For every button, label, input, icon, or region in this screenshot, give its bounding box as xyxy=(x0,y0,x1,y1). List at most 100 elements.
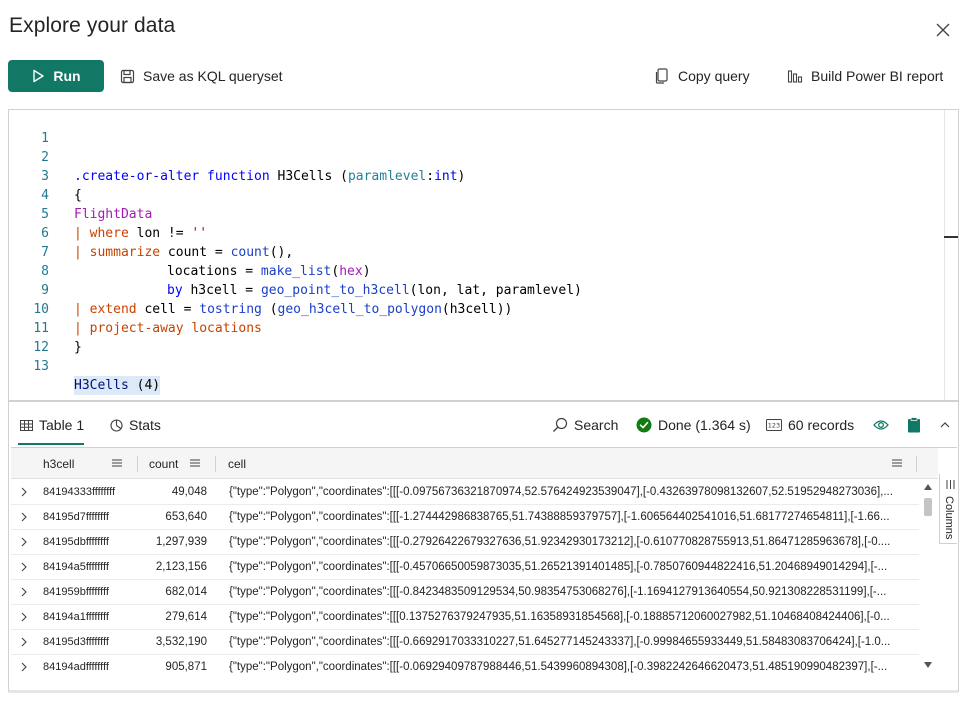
column-menu-icon[interactable] xyxy=(111,457,123,469)
chevron-right-icon[interactable] xyxy=(19,612,29,622)
column-divider[interactable] xyxy=(215,456,216,472)
line-number: 13 xyxy=(33,359,49,374)
chevron-right-icon[interactable] xyxy=(19,562,29,572)
column-header-cell[interactable]: cell xyxy=(228,448,246,479)
column-header-label: count xyxy=(149,456,179,471)
code-token: (4) xyxy=(128,378,161,393)
chevron-up-icon xyxy=(940,422,950,428)
close-button[interactable] xyxy=(931,18,955,42)
query-editor[interactable]: 1 2 .create-or-alter function H3Cells (p… xyxy=(8,109,959,401)
chevron-right-icon[interactable] xyxy=(19,512,29,522)
scroll-up-icon[interactable] xyxy=(924,484,932,490)
code-line: 6 | summarize count = count(), xyxy=(9,205,939,260)
code-line: 13 H3Cells (4) xyxy=(9,338,939,395)
table-row[interactable]: 84194a1ffffffff 279,614 {"type":"Polygon… xyxy=(11,605,919,630)
active-tab-indicator xyxy=(18,443,84,445)
save-kql-queryset-button[interactable]: Save as KQL queryset xyxy=(120,64,283,88)
cell-h3cell: 84195d7ffffffff xyxy=(43,511,109,523)
run-label: Run xyxy=(53,68,81,84)
cell-cell: {"type":"Polygon","coordinates":[[[0.137… xyxy=(229,611,890,623)
column-header-label: h3cell xyxy=(43,456,75,471)
cell-h3cell: 84194adffffffff xyxy=(43,661,109,673)
columns-icon xyxy=(946,480,955,489)
cell-h3cell: 841959bffffffff xyxy=(43,586,109,598)
query-status: Done (1.364 s) xyxy=(636,414,751,436)
horizontal-scrollbar[interactable] xyxy=(9,690,958,693)
close-icon xyxy=(936,23,950,37)
cell-count: 2,123,156 xyxy=(155,561,207,573)
cell-count: 682,014 xyxy=(165,586,207,598)
results-toolbar: Table 1 Stats Search Done (1.364 s) 123 … xyxy=(9,401,958,445)
cell-cell: {"type":"Polygon","coordinates":[[[-0.84… xyxy=(229,586,887,598)
code-line: 9 | extend cell = tostring (geo_h3cell_t… xyxy=(9,262,939,317)
code-line: 5 | where lon != '' xyxy=(9,186,939,241)
tab-label: Stats xyxy=(129,417,161,433)
grid-scrollbar[interactable] xyxy=(921,480,935,672)
chevron-right-icon[interactable] xyxy=(19,662,29,672)
cell-cell: {"type":"Polygon","coordinates":[[[-0.27… xyxy=(229,536,891,548)
column-header-h3cell[interactable]: h3cell xyxy=(43,448,74,479)
cell-count: 279,614 xyxy=(165,611,207,623)
power-bi-icon xyxy=(787,70,803,83)
cell-h3cell: 84195dbffffffff xyxy=(43,536,109,548)
svg-text:123: 123 xyxy=(768,422,780,430)
code-line: 12 xyxy=(9,319,939,355)
code-line: 8 by h3cell = geo_point_to_h3cell(lon, l… xyxy=(9,243,939,298)
grid-header: h3cell count cell xyxy=(11,448,938,479)
build-power-bi-report-button[interactable]: Build Power BI report xyxy=(787,64,943,88)
columns-panel-toggle[interactable]: Columns xyxy=(939,474,957,544)
column-header-label: cell xyxy=(228,456,247,471)
scroll-thumb[interactable] xyxy=(924,498,932,516)
tab-stats[interactable]: Stats xyxy=(110,414,161,436)
table-row[interactable]: 84195dbffffffff 1,297,939 {"type":"Polyg… xyxy=(11,530,919,555)
column-menu-icon[interactable] xyxy=(891,457,903,469)
cell-h3cell: 84194a5ffffffff xyxy=(43,561,109,573)
table-row[interactable]: 84194adffffffff 905,871 {"type":"Polygon… xyxy=(11,655,919,675)
column-divider[interactable] xyxy=(916,456,917,472)
columns-label: Columns xyxy=(943,496,955,540)
scroll-down-icon[interactable] xyxy=(924,662,932,668)
cell-cell: {"type":"Polygon","coordinates":[[[-0.66… xyxy=(229,636,891,648)
records-count: 123 60 records xyxy=(766,414,854,436)
copy-query-button[interactable]: Copy query xyxy=(655,64,750,88)
tab-table-1[interactable]: Table 1 xyxy=(20,414,84,436)
cell-h3cell: 84194a1ffffffff xyxy=(43,611,109,623)
copy-label: Copy query xyxy=(678,68,750,84)
table-row[interactable]: 841959bffffffff 682,014 {"type":"Polygon… xyxy=(11,580,919,605)
code-line: 4 FlightData xyxy=(9,167,939,222)
table-row[interactable]: 84195d7ffffffff 653,640 {"type":"Polygon… xyxy=(11,505,919,530)
cell-cell: {"type":"Polygon","coordinates":[[[-1.27… xyxy=(229,511,890,523)
run-button[interactable]: Run xyxy=(8,60,104,92)
results-panel: Table 1 Stats Search Done (1.364 s) 123 … xyxy=(8,400,959,692)
cell-count: 49,048 xyxy=(171,486,207,498)
results-grid: h3cell count cell 84194333ffffffff 49,04… xyxy=(11,447,957,687)
search-icon xyxy=(553,417,568,432)
preview-button[interactable] xyxy=(873,414,889,436)
powerbi-label: Build Power BI report xyxy=(811,68,944,84)
editor-scroll-marker xyxy=(944,236,958,238)
column-divider[interactable] xyxy=(137,456,138,472)
save-label: Save as KQL queryset xyxy=(143,68,283,84)
search-label: Search xyxy=(574,417,619,433)
cell-count: 3,532,190 xyxy=(155,636,207,648)
clipboard-button[interactable] xyxy=(907,414,921,436)
table-row[interactable]: 84194a5ffffffff 2,123,156 {"type":"Polyg… xyxy=(11,555,919,580)
records-label: 60 records xyxy=(788,417,855,433)
column-header-count[interactable]: count xyxy=(149,448,178,479)
collapse-results-button[interactable] xyxy=(940,414,950,436)
records-icon: 123 xyxy=(766,419,782,431)
chevron-right-icon[interactable] xyxy=(19,637,29,647)
table-icon xyxy=(20,419,33,431)
cell-h3cell: 84194333ffffffff xyxy=(43,486,115,498)
chevron-right-icon[interactable] xyxy=(19,487,29,497)
cell-cell: {"type":"Polygon","coordinates":[[[-0.45… xyxy=(229,561,888,573)
table-row[interactable]: 84195d3ffffffff 3,532,190 {"type":"Polyg… xyxy=(11,630,919,655)
editor-scrollbar[interactable] xyxy=(944,110,958,401)
chevron-right-icon[interactable] xyxy=(19,587,29,597)
search-button[interactable]: Search xyxy=(552,414,618,436)
cell-count: 1,297,939 xyxy=(155,536,207,548)
column-menu-icon[interactable] xyxy=(189,457,201,469)
table-row[interactable]: 84194333ffffffff 49,048 {"type":"Polygon… xyxy=(11,480,919,505)
chevron-right-icon[interactable] xyxy=(19,537,29,547)
play-icon xyxy=(33,69,45,83)
